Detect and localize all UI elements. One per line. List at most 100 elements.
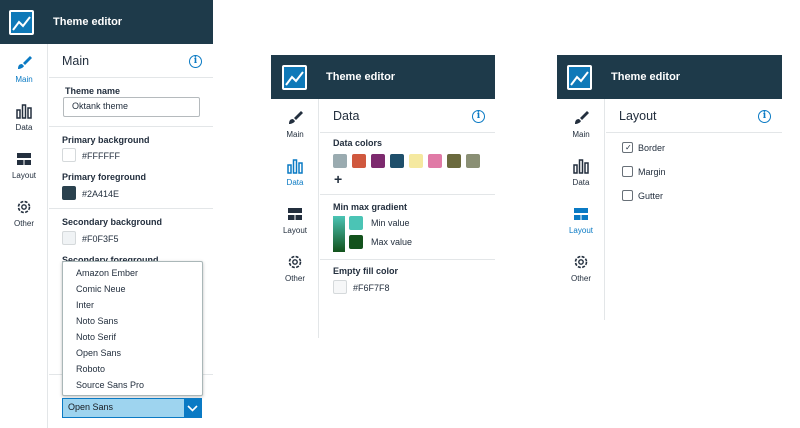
app-logo-icon (282, 64, 307, 90)
divider (49, 126, 213, 127)
max-value-label: Max value (371, 237, 413, 247)
secondary-background-value: #F0F3F5 (82, 234, 119, 244)
empty-fill-swatch[interactable] (333, 280, 347, 294)
data-color-swatch[interactable] (409, 154, 423, 168)
nav-other[interactable]: Other (557, 253, 605, 283)
data-color-swatch[interactable] (428, 154, 442, 168)
nav-main[interactable]: Main (0, 54, 48, 84)
nav-data[interactable]: Data (271, 157, 319, 187)
primary-foreground-swatch[interactable] (62, 186, 76, 200)
nav-other[interactable]: Other (0, 198, 48, 228)
paintbrush-icon (18, 56, 32, 69)
side-nav: Main Data Layout Other (0, 44, 48, 428)
app-header: Theme editor (271, 55, 495, 99)
data-colors-label: Data colors (333, 138, 383, 148)
gradient-label: Min max gradient (333, 202, 408, 212)
nav-layout[interactable]: Layout (0, 150, 48, 180)
layout-icon (574, 208, 588, 220)
border-label: Border (638, 143, 666, 153)
data-color-swatch[interactable] (447, 154, 461, 168)
font-select[interactable]: Open Sans (62, 398, 202, 418)
max-value-swatch[interactable] (349, 235, 363, 249)
font-option[interactable]: Noto Serif (63, 329, 202, 345)
chevron-down-icon (184, 399, 201, 417)
nav-other-label: Other (570, 274, 591, 283)
layout-settings: Layout i ✓ Border Margin Gutter (606, 99, 782, 320)
data-colors-row (333, 154, 493, 169)
font-option[interactable]: Comic Neue (63, 281, 202, 297)
data-color-swatch[interactable] (371, 154, 385, 168)
nav-data-label: Data (15, 123, 33, 132)
paintbrush-icon (289, 111, 303, 124)
add-color-button[interactable]: + (334, 171, 342, 187)
primary-background-label: Primary background (62, 135, 150, 145)
app-logo-icon (9, 9, 34, 35)
nav-layout[interactable]: Layout (271, 205, 319, 235)
font-option[interactable]: Noto Sans (63, 313, 202, 329)
app-header: Theme editor (557, 55, 782, 99)
nav-data-label: Data (572, 178, 590, 187)
checkmark-icon: ✓ (625, 143, 632, 152)
bar-chart-icon (287, 159, 303, 174)
paintbrush-icon (575, 111, 589, 124)
primary-background-value: #FFFFFF (82, 151, 120, 161)
font-option[interactable]: Inter (63, 297, 202, 313)
divider (606, 132, 782, 133)
gutter-label: Gutter (638, 191, 664, 201)
layout-icon (17, 153, 31, 165)
gutter-checkbox[interactable] (622, 190, 633, 201)
side-nav: Main Data Layout Other (557, 99, 605, 320)
layout-icon (288, 208, 302, 220)
theme-editor-panel-layout: Theme editor Main Data Layout Other Layo… (557, 55, 782, 320)
divider (320, 194, 495, 195)
secondary-background-swatch[interactable] (62, 231, 76, 245)
app-logo-icon (567, 64, 592, 90)
divider (49, 77, 213, 78)
nav-layout[interactable]: Layout (557, 205, 605, 235)
font-option[interactable]: Amazon Ember (63, 265, 202, 281)
nav-main[interactable]: Main (557, 109, 605, 139)
nav-data[interactable]: Data (0, 102, 48, 132)
primary-foreground-value: #2A414E (82, 189, 120, 199)
theme-editor-panel-main: Theme editor Main Data Layout Other Main… (0, 0, 213, 428)
data-color-swatch[interactable] (466, 154, 480, 168)
font-option[interactable]: Source Sans Pro (63, 377, 202, 393)
font-select-value: Open Sans (68, 402, 114, 412)
min-value-label: Min value (371, 218, 410, 228)
min-value-swatch[interactable] (349, 216, 363, 230)
section-title: Main (62, 54, 90, 68)
font-option[interactable]: Roboto (63, 361, 202, 377)
nav-main-label: Main (15, 75, 33, 84)
app-title: Theme editor (611, 71, 681, 83)
info-icon[interactable]: i (472, 110, 485, 123)
gear-icon (17, 200, 31, 214)
divider (320, 259, 495, 260)
nav-layout-label: Layout (568, 226, 594, 235)
gradient-preview (333, 216, 345, 252)
data-settings: Data i Data colors + Min max gradient Mi… (320, 99, 495, 338)
app-title: Theme editor (53, 16, 123, 28)
bar-chart-icon (573, 159, 589, 174)
nav-main-label: Main (572, 130, 590, 139)
info-icon[interactable]: i (758, 110, 771, 123)
primary-background-swatch[interactable] (62, 148, 76, 162)
nav-other[interactable]: Other (271, 253, 319, 283)
app-header: Theme editor (0, 0, 213, 44)
info-icon[interactable]: i (189, 55, 202, 68)
side-nav: Main Data Layout Other (271, 99, 319, 338)
font-option[interactable]: Open Sans (63, 345, 202, 361)
nav-main[interactable]: Main (271, 109, 319, 139)
nav-data[interactable]: Data (557, 157, 605, 187)
theme-editor-panel-data: Theme editor Main Data Layout Other Data… (271, 55, 495, 338)
theme-name-input[interactable]: Oktank theme (63, 97, 200, 117)
border-checkbox[interactable]: ✓ (622, 142, 633, 153)
empty-fill-value: #F6F7F8 (353, 283, 390, 293)
data-color-swatch[interactable] (352, 154, 366, 168)
margin-label: Margin (638, 167, 666, 177)
margin-checkbox[interactable] (622, 166, 633, 177)
data-color-swatch[interactable] (390, 154, 404, 168)
divider (320, 132, 495, 133)
nav-data-label: Data (286, 178, 304, 187)
nav-layout-label: Layout (282, 226, 308, 235)
data-color-swatch[interactable] (333, 154, 347, 168)
